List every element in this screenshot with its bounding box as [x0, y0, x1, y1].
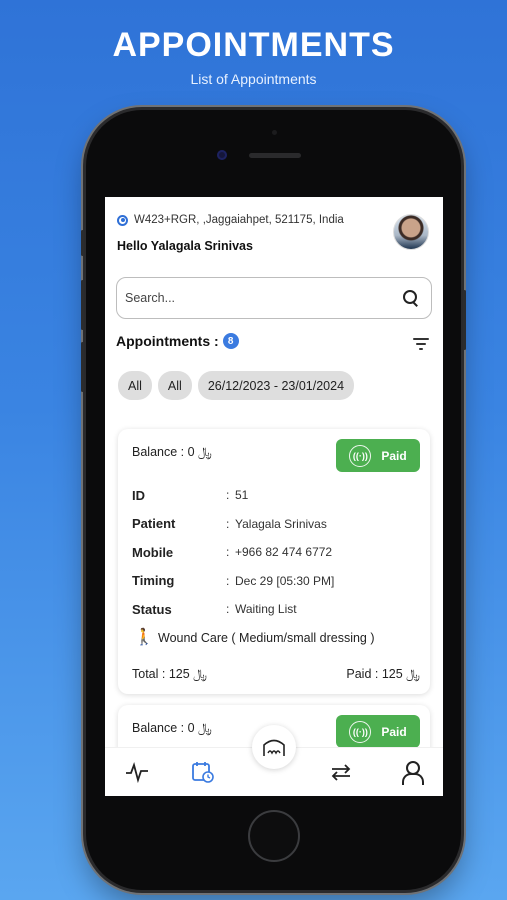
search-placeholder: Search...: [125, 291, 176, 305]
appointment-details: ID : 51 Patient : Yalagala Srinivas Mobi…: [132, 481, 422, 624]
detail-row: Status : Waiting List: [132, 601, 297, 617]
front-camera: [217, 150, 227, 160]
balance-label: Balance : ﷼ 0: [132, 721, 212, 735]
home-logo-icon: [263, 739, 285, 756]
contactless-icon: ((·)): [349, 720, 372, 743]
mute-switch: [81, 230, 84, 256]
bottom-navigation: [105, 725, 443, 796]
total-amount: Total : ﷼ 125: [132, 667, 207, 681]
location-text: W423+RGR, ,Jaggaiahpet, 521175, India: [134, 214, 344, 226]
avatar[interactable]: [393, 214, 429, 250]
nav-profile[interactable]: [399, 760, 424, 785]
power-button: [463, 290, 466, 350]
detail-key: Timing: [132, 573, 175, 589]
chip-all[interactable]: All: [118, 371, 152, 400]
appointments-header: Appointments : 8: [116, 333, 239, 349]
phone-home-button: [248, 810, 300, 862]
paid-button-label: Paid: [381, 448, 407, 463]
detail-row: Timing : Dec 29 [05:30 PM]: [132, 573, 335, 589]
swap-arrows-icon: [331, 764, 351, 781]
filter-icon[interactable]: [413, 338, 429, 350]
service-name: Wound Care ( Medium/small dressing ): [158, 631, 375, 645]
nav-vitals[interactable]: [125, 760, 149, 784]
filter-chips: All All 26/12/2023 - 23/01/2024: [118, 371, 355, 400]
home-button[interactable]: [252, 725, 296, 769]
promo-title: APPOINTMENTS: [112, 26, 395, 64]
sensor: [272, 130, 277, 135]
promo-subtitle: List of Appointments: [190, 71, 317, 87]
balance-label: Balance : ﷼ 0: [132, 445, 212, 459]
paid-amount: Paid : ﷼ 125: [346, 667, 420, 681]
search-input[interactable]: Search...: [116, 277, 432, 319]
detail-key: Mobile: [132, 544, 174, 560]
detail-row: Mobile : +966 82 474 6772: [132, 544, 333, 560]
detail-key: Patient: [132, 516, 176, 532]
detail-value: Yalagala Srinivas: [235, 516, 327, 531]
walking-person-icon: 🚶: [134, 629, 154, 646]
chip-date-range[interactable]: 26/12/2023 - 23/01/2024: [197, 371, 355, 400]
appointments-count-badge: 8: [222, 333, 239, 349]
detail-key: ID: [132, 487, 145, 503]
paid-button[interactable]: ((·)) Paid: [336, 439, 420, 472]
chip-all-status[interactable]: All: [157, 371, 192, 400]
volume-down-button: [81, 342, 84, 392]
detail-key: Status: [132, 601, 172, 617]
earpiece-speaker: [249, 153, 301, 158]
detail-value: Dec 29 [05:30 PM]: [235, 573, 335, 588]
app-screen: W423+RGR, ,Jaggaiahpet, 521175, India He…: [105, 197, 443, 796]
location-row[interactable]: W423+RGR, ,Jaggaiahpet, 521175, India: [117, 214, 344, 226]
detail-value: Waiting List: [235, 602, 297, 617]
calendar-clock-icon: [192, 762, 214, 783]
location-pin-icon: [117, 214, 128, 226]
detail-value: 51: [235, 488, 249, 503]
search-icon[interactable]: [403, 290, 419, 306]
appointment-card[interactable]: Balance : ﷼ 0 ((·)) Paid ID : 51 Patient…: [118, 429, 430, 694]
contactless-icon: ((·)): [349, 444, 372, 467]
paid-button[interactable]: ((·)) Paid: [336, 715, 420, 748]
detail-row: Patient : Yalagala Srinivas: [132, 516, 327, 532]
volume-up-button: [81, 280, 84, 330]
service-row: 🚶 Wound Care ( Medium/small dressing ): [134, 629, 375, 647]
nav-appointments[interactable]: [191, 760, 215, 784]
greeting: Hello Yalagala Srinivas: [117, 239, 253, 253]
detail-row: ID : 51: [132, 487, 249, 503]
phone-frame: W423+RGR, ,Jaggaiahpet, 521175, India He…: [81, 110, 466, 890]
appointments-label: Appointments :: [116, 333, 219, 349]
nav-transactions[interactable]: [329, 760, 353, 784]
paid-button-label: Paid: [381, 724, 407, 739]
person-icon: [402, 761, 424, 785]
detail-value: +966 82 474 6772: [235, 545, 333, 560]
heartbeat-icon: [126, 762, 148, 784]
